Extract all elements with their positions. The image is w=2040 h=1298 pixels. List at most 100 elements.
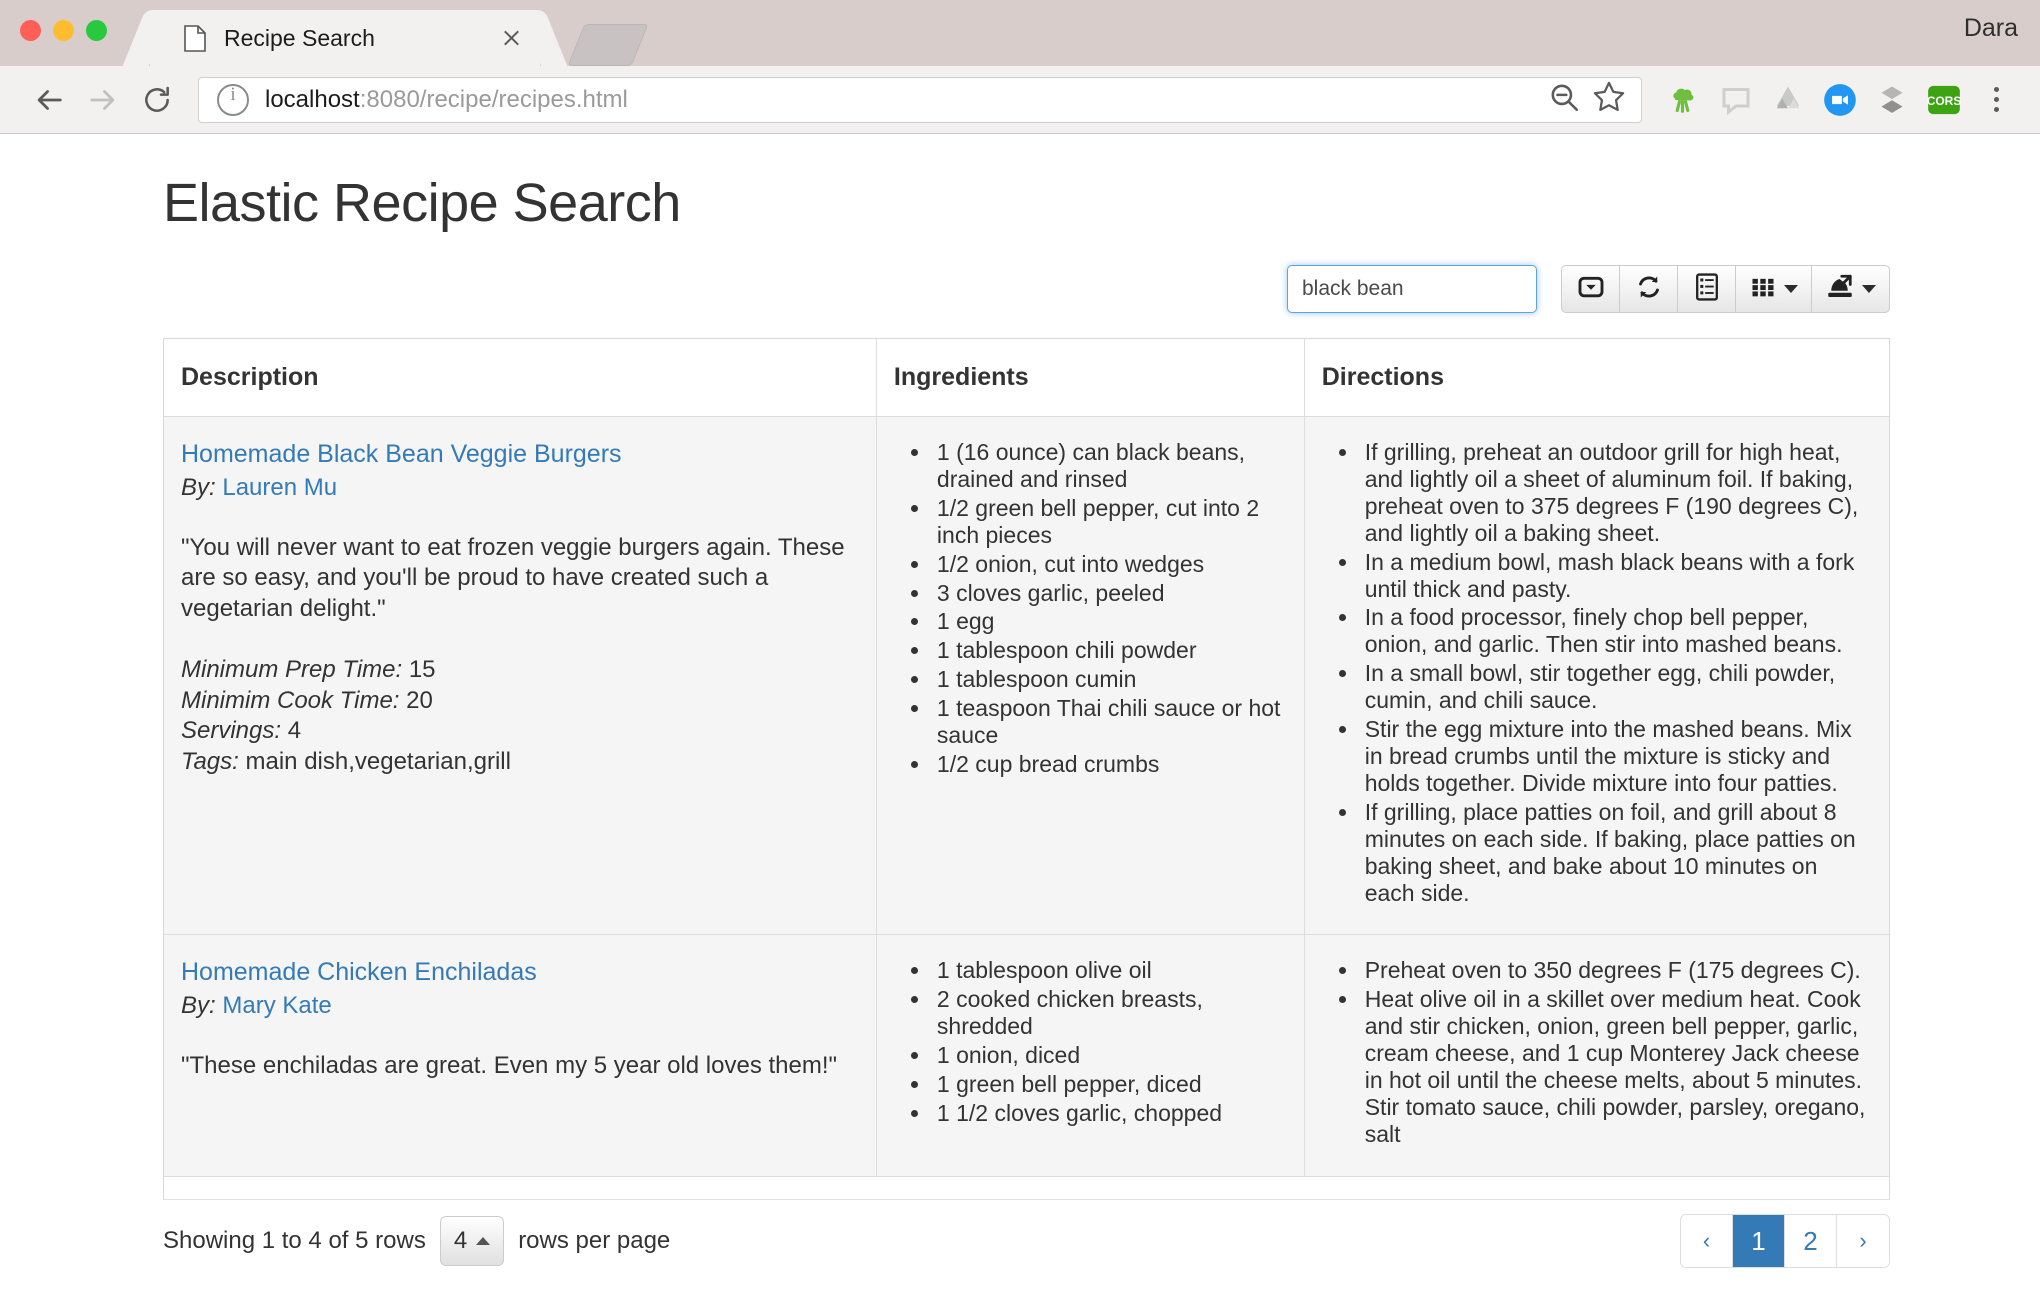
meta-row: Servings: 4: [181, 716, 856, 747]
table-body: Homemade Black Bean Veggie Burgers By: L…: [164, 416, 1889, 1177]
cell-directions: If grilling, preheat an outdoor grill fo…: [1304, 416, 1889, 936]
google-drive-extension-icon[interactable]: [1766, 78, 1810, 122]
recipe-title-link[interactable]: Homemade Black Bean Veggie Burgers: [181, 439, 622, 470]
minimize-window-button[interactable]: [53, 20, 74, 41]
ingredients-list: 1 (16 ounce) can black beans, drained an…: [894, 439, 1284, 778]
by-label: By:: [181, 991, 216, 1019]
cors-extension-icon[interactable]: CORS: [1922, 78, 1966, 122]
cell-description: Homemade Chicken Enchiladas By: Mary Kat…: [164, 934, 877, 1177]
info-circle-icon[interactable]: [217, 83, 249, 116]
meta-row: Tags: main dish,vegetarian,grill: [181, 747, 856, 778]
video-camera-extension-icon[interactable]: [1818, 78, 1862, 122]
columns-dropdown-button[interactable]: [1735, 265, 1811, 313]
star-icon[interactable]: [1591, 79, 1627, 120]
list-item: In a small bowl, stir together egg, chil…: [1360, 660, 1869, 714]
search-input[interactable]: [1287, 265, 1537, 313]
meta-row: Minimum Prep Time: 15: [181, 655, 856, 686]
close-icon[interactable]: [496, 23, 526, 53]
pagination-page-2[interactable]: 2: [1785, 1215, 1837, 1267]
meta-value: 20: [406, 686, 433, 714]
table-row[interactable]: Homemade Black Bean Veggie Burgers By: L…: [164, 416, 1889, 936]
refresh-icon: [1634, 272, 1664, 307]
chevron-down-icon: [1784, 285, 1798, 293]
list-detail-icon: [1693, 272, 1721, 307]
export-icon: [1825, 272, 1855, 307]
table-row[interactable]: Homemade Chicken Enchiladas By: Mary Kat…: [164, 934, 1889, 1177]
meta-label: Servings:: [181, 717, 282, 745]
paginate-toggle-button[interactable]: [1561, 265, 1619, 313]
list-item: 1 tablespoon cumin: [932, 666, 1284, 693]
window-controls: [20, 20, 107, 41]
back-arrow-icon[interactable]: [22, 73, 76, 127]
browser-tab-recipe-search[interactable]: Recipe Search: [150, 10, 540, 66]
column-header-directions[interactable]: Directions: [1304, 339, 1889, 417]
layers-extension-icon[interactable]: [1870, 78, 1914, 122]
list-item: If grilling, preheat an outdoor grill fo…: [1360, 439, 1869, 547]
list-item: 1 tablespoon chili powder: [932, 637, 1284, 664]
zoom-out-icon[interactable]: [1547, 80, 1581, 119]
speech-bubble-extension-icon[interactable]: [1714, 78, 1758, 122]
list-item: 3 cloves garlic, peeled: [932, 580, 1284, 607]
recipe-author-link[interactable]: Lauren Mu: [222, 474, 337, 501]
list-item: 2 cooked chicken breasts, shredded: [932, 986, 1284, 1040]
table-header-row: Description Ingredients Directions: [164, 339, 1889, 417]
boxed-caret-down-icon: [1576, 272, 1606, 307]
broccoli-extension-icon[interactable]: [1662, 78, 1706, 122]
page-size-value: 4: [453, 1227, 468, 1254]
recipe-title-link[interactable]: Homemade Chicken Enchiladas: [181, 957, 537, 988]
list-item: 1/2 onion, cut into wedges: [932, 551, 1284, 578]
new-tab-placeholder[interactable]: [567, 24, 649, 66]
column-header-description[interactable]: Description: [164, 339, 877, 417]
maximize-window-button[interactable]: [86, 20, 107, 41]
tab-title: Recipe Search: [224, 24, 375, 51]
meta-value: main dish,vegetarian,grill: [245, 748, 511, 775]
meta-label: Tags:: [181, 748, 239, 775]
list-item: 1 teaspoon Thai chili sauce or hot sauce: [932, 695, 1284, 749]
pagination-next-button[interactable]: ›: [1837, 1215, 1889, 1267]
forward-arrow-icon: [76, 73, 130, 127]
meta-label: Minimim Cook Time:: [181, 686, 400, 714]
page-content: Elastic Recipe Search black bean Descrip…: [0, 134, 2040, 1298]
export-dropdown-button[interactable]: [1811, 265, 1890, 313]
kebab-menu-icon[interactable]: [1974, 78, 2018, 122]
list-item: 1 1/2 cloves garlic, chopped: [932, 1100, 1284, 1127]
list-item: 1 (16 ounce) can black beans, drained an…: [932, 439, 1284, 493]
list-item: In a food processor, finely chop bell pe…: [1360, 604, 1869, 658]
meta-label: Minimum Prep Time:: [181, 655, 403, 683]
list-item: If grilling, place patties on foil, and …: [1360, 799, 1869, 907]
table-button-group: [1561, 265, 1890, 313]
pagination: ‹ 1 2 ›: [1680, 1214, 1890, 1268]
list-item: 1/2 green bell pepper, cut into 2 inch p…: [932, 495, 1284, 549]
toggle-detail-view-button[interactable]: [1677, 265, 1735, 313]
refresh-button[interactable]: [1619, 265, 1677, 313]
page-title: Elastic Recipe Search: [163, 173, 681, 233]
list-item: 1 green bell pepper, diced: [932, 1071, 1284, 1098]
ingredients-list: 1 tablespoon olive oil 2 cooked chicken …: [894, 957, 1284, 1126]
browser-window: Recipe Search Dara localhost:8080/recipe…: [0, 0, 2040, 1298]
recipe-quote: "These enchiladas are great. Even my 5 y…: [181, 1052, 838, 1080]
pagination-prev-button[interactable]: ‹: [1681, 1215, 1733, 1267]
cell-ingredients: 1 tablespoon olive oil 2 cooked chicken …: [876, 934, 1305, 1177]
address-bar-host: localhost: [265, 85, 360, 113]
recipe-author-link[interactable]: Mary Kate: [222, 992, 331, 1019]
recipe-meta: Minimum Prep Time: 15 Minimim Cook Time:…: [181, 655, 856, 778]
chevron-up-icon: [476, 1237, 491, 1245]
browser-titlebar: Recipe Search Dara: [0, 0, 2040, 66]
cell-ingredients: 1 (16 ounce) can black beans, drained an…: [876, 416, 1305, 936]
list-item: In a medium bowl, mash black beans with …: [1360, 549, 1869, 603]
pagination-page-1[interactable]: 1: [1733, 1215, 1785, 1267]
document-icon: [184, 24, 206, 52]
close-window-button[interactable]: [20, 20, 41, 41]
list-item: 1/2 cup bread crumbs: [932, 751, 1284, 778]
address-bar[interactable]: localhost:8080/recipe/recipes.html: [198, 76, 1642, 123]
recipe-byline: By: Mary Kate: [181, 990, 856, 1021]
page-size-dropdown[interactable]: 4: [439, 1216, 505, 1266]
reload-icon[interactable]: [130, 73, 184, 127]
list-item: 1 egg: [932, 608, 1284, 635]
by-label: By:: [181, 473, 216, 501]
rows-per-page-label: rows per page: [518, 1227, 671, 1254]
column-header-ingredients[interactable]: Ingredients: [876, 339, 1305, 417]
meta-value: 4: [287, 717, 302, 745]
recipe-quote: "You will never want to eat frozen veggi…: [181, 533, 845, 623]
profile-name[interactable]: Dara: [1964, 14, 2018, 43]
